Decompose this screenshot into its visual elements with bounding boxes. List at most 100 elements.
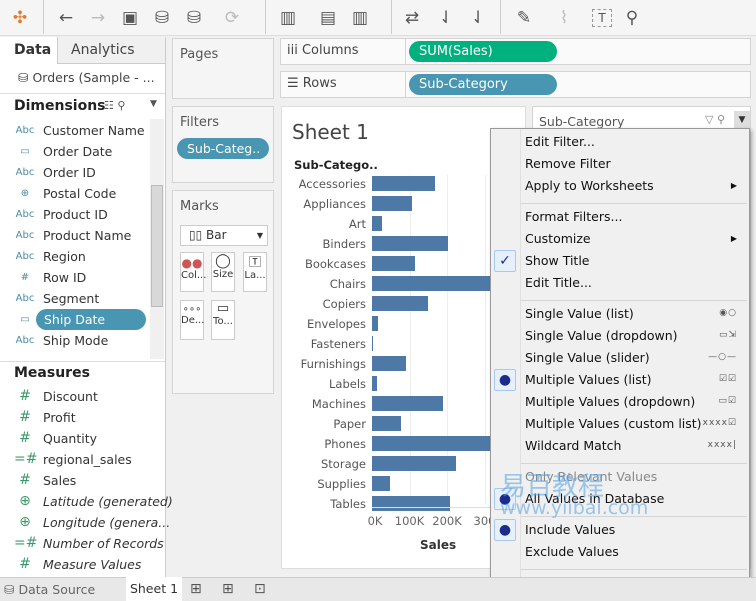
menu-item-edit-title[interactable]: Edit Title... (525, 272, 592, 294)
field-quantity[interactable]: # Quantity (0, 428, 150, 449)
menu-item-edit-filter[interactable]: Edit Filter... (525, 131, 595, 153)
attach-icon[interactable]: ⌇ (552, 6, 576, 30)
scrollbar[interactable] (150, 119, 164, 359)
bar-appliances[interactable] (372, 196, 413, 211)
label-icon[interactable]: T (592, 9, 612, 27)
menu-item-remove-filter[interactable]: Remove Filter (525, 153, 611, 175)
field-customer-name[interactable]: Abc Customer Name (0, 120, 150, 141)
bar-paper[interactable] (372, 416, 402, 431)
bar-storage[interactable] (372, 456, 456, 471)
field-order-id[interactable]: Abc Order ID (0, 162, 150, 183)
new-worksheet-icon[interactable]: ⊞ (190, 581, 202, 597)
field-type-icon: Abc (15, 293, 35, 304)
menu-item-format-filters[interactable]: Format Filters... (525, 206, 622, 228)
datasource-item[interactable]: ⛁ Orders (Sample - ... (18, 70, 155, 85)
menu-item-multiple-values-dropdown[interactable]: Multiple Values (dropdown) (525, 391, 695, 413)
bar-machines[interactable] (372, 396, 443, 411)
sum-sales-pill[interactable]: SUM(Sales) (409, 41, 557, 62)
menu-item-single-value-list[interactable]: Single Value (list) (525, 303, 634, 325)
filter-card-icons[interactable]: ▽ ⚲ (705, 113, 725, 126)
tooltip-button[interactable]: ▭ To... (211, 300, 235, 340)
bar-furnishings[interactable] (372, 356, 407, 371)
menu-item-single-value-dropdown[interactable]: Single Value (dropdown) (525, 325, 678, 347)
filters-card[interactable]: Filters Sub-Categ.. (172, 106, 274, 183)
menu-item-multiple-values-custom-list[interactable]: Multiple Values (custom list) (525, 413, 702, 435)
field-profit[interactable]: # Profit (0, 407, 150, 428)
field-latitude-generated-[interactable]: ⊕ Latitude (generated) (0, 491, 173, 512)
menu-item-exclude-values[interactable]: Exclude Values (525, 541, 619, 563)
tab-data[interactable]: Data (0, 37, 57, 64)
menu-item-apply-to-worksheets[interactable]: Apply to Worksheets (525, 175, 654, 197)
menu-item-multiple-values-list[interactable]: Multiple Values (list) (525, 369, 652, 391)
pause-updates-icon[interactable]: ⛁ (182, 6, 206, 30)
field-sales[interactable]: # Sales (0, 470, 150, 491)
filter-pill-sub-category[interactable]: Sub-Categ.. (177, 138, 269, 159)
menu-item-include-values[interactable]: Include Values (525, 519, 615, 541)
field-product-id[interactable]: Abc Product ID (0, 204, 150, 225)
clear-sheet-icon[interactable]: ▥ (348, 6, 372, 30)
new-dashboard-icon[interactable]: ⊞ (222, 581, 234, 597)
menu-item-single-value-slider[interactable]: Single Value (slider) (525, 347, 650, 369)
menu-item-show-title[interactable]: Show Title (525, 250, 590, 272)
bar-chairs[interactable] (372, 276, 496, 291)
list-view-icon[interactable]: ☷ ⚲ (104, 99, 125, 112)
field-ship-date[interactable]: ▭ Ship Date (0, 309, 150, 330)
tab-sheet-1[interactable]: Sheet 1 (126, 577, 182, 601)
field-regional-sales[interactable]: =# regional_sales (0, 449, 150, 470)
menu-item-all-values-in-database[interactable]: All Values in Database (525, 488, 664, 510)
bar-labels[interactable] (372, 376, 377, 391)
menu-item-only-relevant-values[interactable]: Only Relevant Values (525, 466, 657, 488)
field-row-id[interactable]: # Row ID (0, 267, 150, 288)
field-number-of-records[interactable]: =# Number of Records (0, 533, 164, 554)
bar-envelopes[interactable] (372, 316, 379, 331)
save-icon[interactable]: ▣ (118, 6, 142, 30)
field-product-name[interactable]: Abc Product Name (0, 225, 150, 246)
field-measure-values[interactable]: # Measure Values (0, 554, 150, 575)
rows-shelf[interactable]: ☰ Rows Sub-Category (280, 71, 751, 98)
field-longitude-genera-[interactable]: ⊕ Longitude (genera... (0, 512, 170, 533)
color-button[interactable]: ●● Col... (180, 252, 206, 292)
new-datasource-icon[interactable]: ⛁ (150, 6, 174, 30)
size-button[interactable]: ◯ Size (211, 252, 235, 292)
pane-menu-icon[interactable]: ▼ (150, 99, 157, 109)
bar-binders[interactable] (372, 236, 449, 251)
back-icon[interactable]: ← (54, 6, 78, 30)
bar-art[interactable] (372, 216, 383, 231)
bar-supplies[interactable] (372, 476, 390, 491)
label-button[interactable]: 🅃 La... (243, 252, 267, 292)
sub-category-pill[interactable]: Sub-Category (409, 74, 557, 95)
columns-shelf[interactable]: iii Columns SUM(Sales) (280, 38, 751, 65)
sort-ascending-icon[interactable]: ⇃ (434, 6, 458, 30)
bar-fasteners[interactable] (372, 336, 374, 351)
field-postal-code[interactable]: ⊕ Postal Code (0, 183, 150, 204)
swap-icon[interactable]: ⇄ (400, 6, 424, 30)
bar-tables[interactable] (372, 496, 450, 511)
mark-type-dropdown[interactable]: ▯▯ Bar ▼ (180, 225, 268, 246)
field-order-date[interactable]: ▭ Order Date (0, 141, 150, 162)
field-discount[interactable]: # Discount (0, 386, 150, 407)
bar-copiers[interactable] (372, 296, 429, 311)
field-ship-mode[interactable]: Abc Ship Mode (0, 330, 150, 351)
menu-item-wildcard-match[interactable]: Wildcard Match (525, 435, 621, 457)
field-region[interactable]: Abc Region (0, 246, 150, 267)
tableau-logo-icon[interactable]: ✣ (8, 6, 32, 30)
new-worksheet-icon[interactable]: ▥ (276, 6, 300, 30)
pin-icon[interactable]: ⚲ (620, 6, 644, 30)
new-story-icon[interactable]: ⊡ (254, 581, 266, 597)
detail-button[interactable]: ∘∘∘ De... (180, 300, 204, 340)
menu-item-customize[interactable]: Customize (525, 228, 591, 250)
duplicate-sheet-icon[interactable]: ▤ (316, 6, 340, 30)
data-source-tab[interactable]: ⛁ Data Source (4, 582, 95, 597)
bar-phones[interactable] (372, 436, 496, 451)
highlight-icon[interactable]: ✎ (512, 6, 536, 30)
field-segment[interactable]: Abc Segment (0, 288, 150, 309)
field-type-icon: # (19, 388, 31, 404)
pages-card[interactable]: Pages (172, 38, 274, 99)
bar-bookcases[interactable] (372, 256, 416, 271)
refresh-icon[interactable]: ⟳ (220, 6, 244, 30)
bar-accessories[interactable] (372, 176, 435, 191)
card-menu-dropdown-icon[interactable]: ▼ (734, 111, 750, 129)
forward-icon[interactable]: → (86, 6, 110, 30)
tab-analytics[interactable]: Analytics (57, 37, 165, 64)
sort-descending-icon[interactable]: ⇃ (466, 6, 490, 30)
